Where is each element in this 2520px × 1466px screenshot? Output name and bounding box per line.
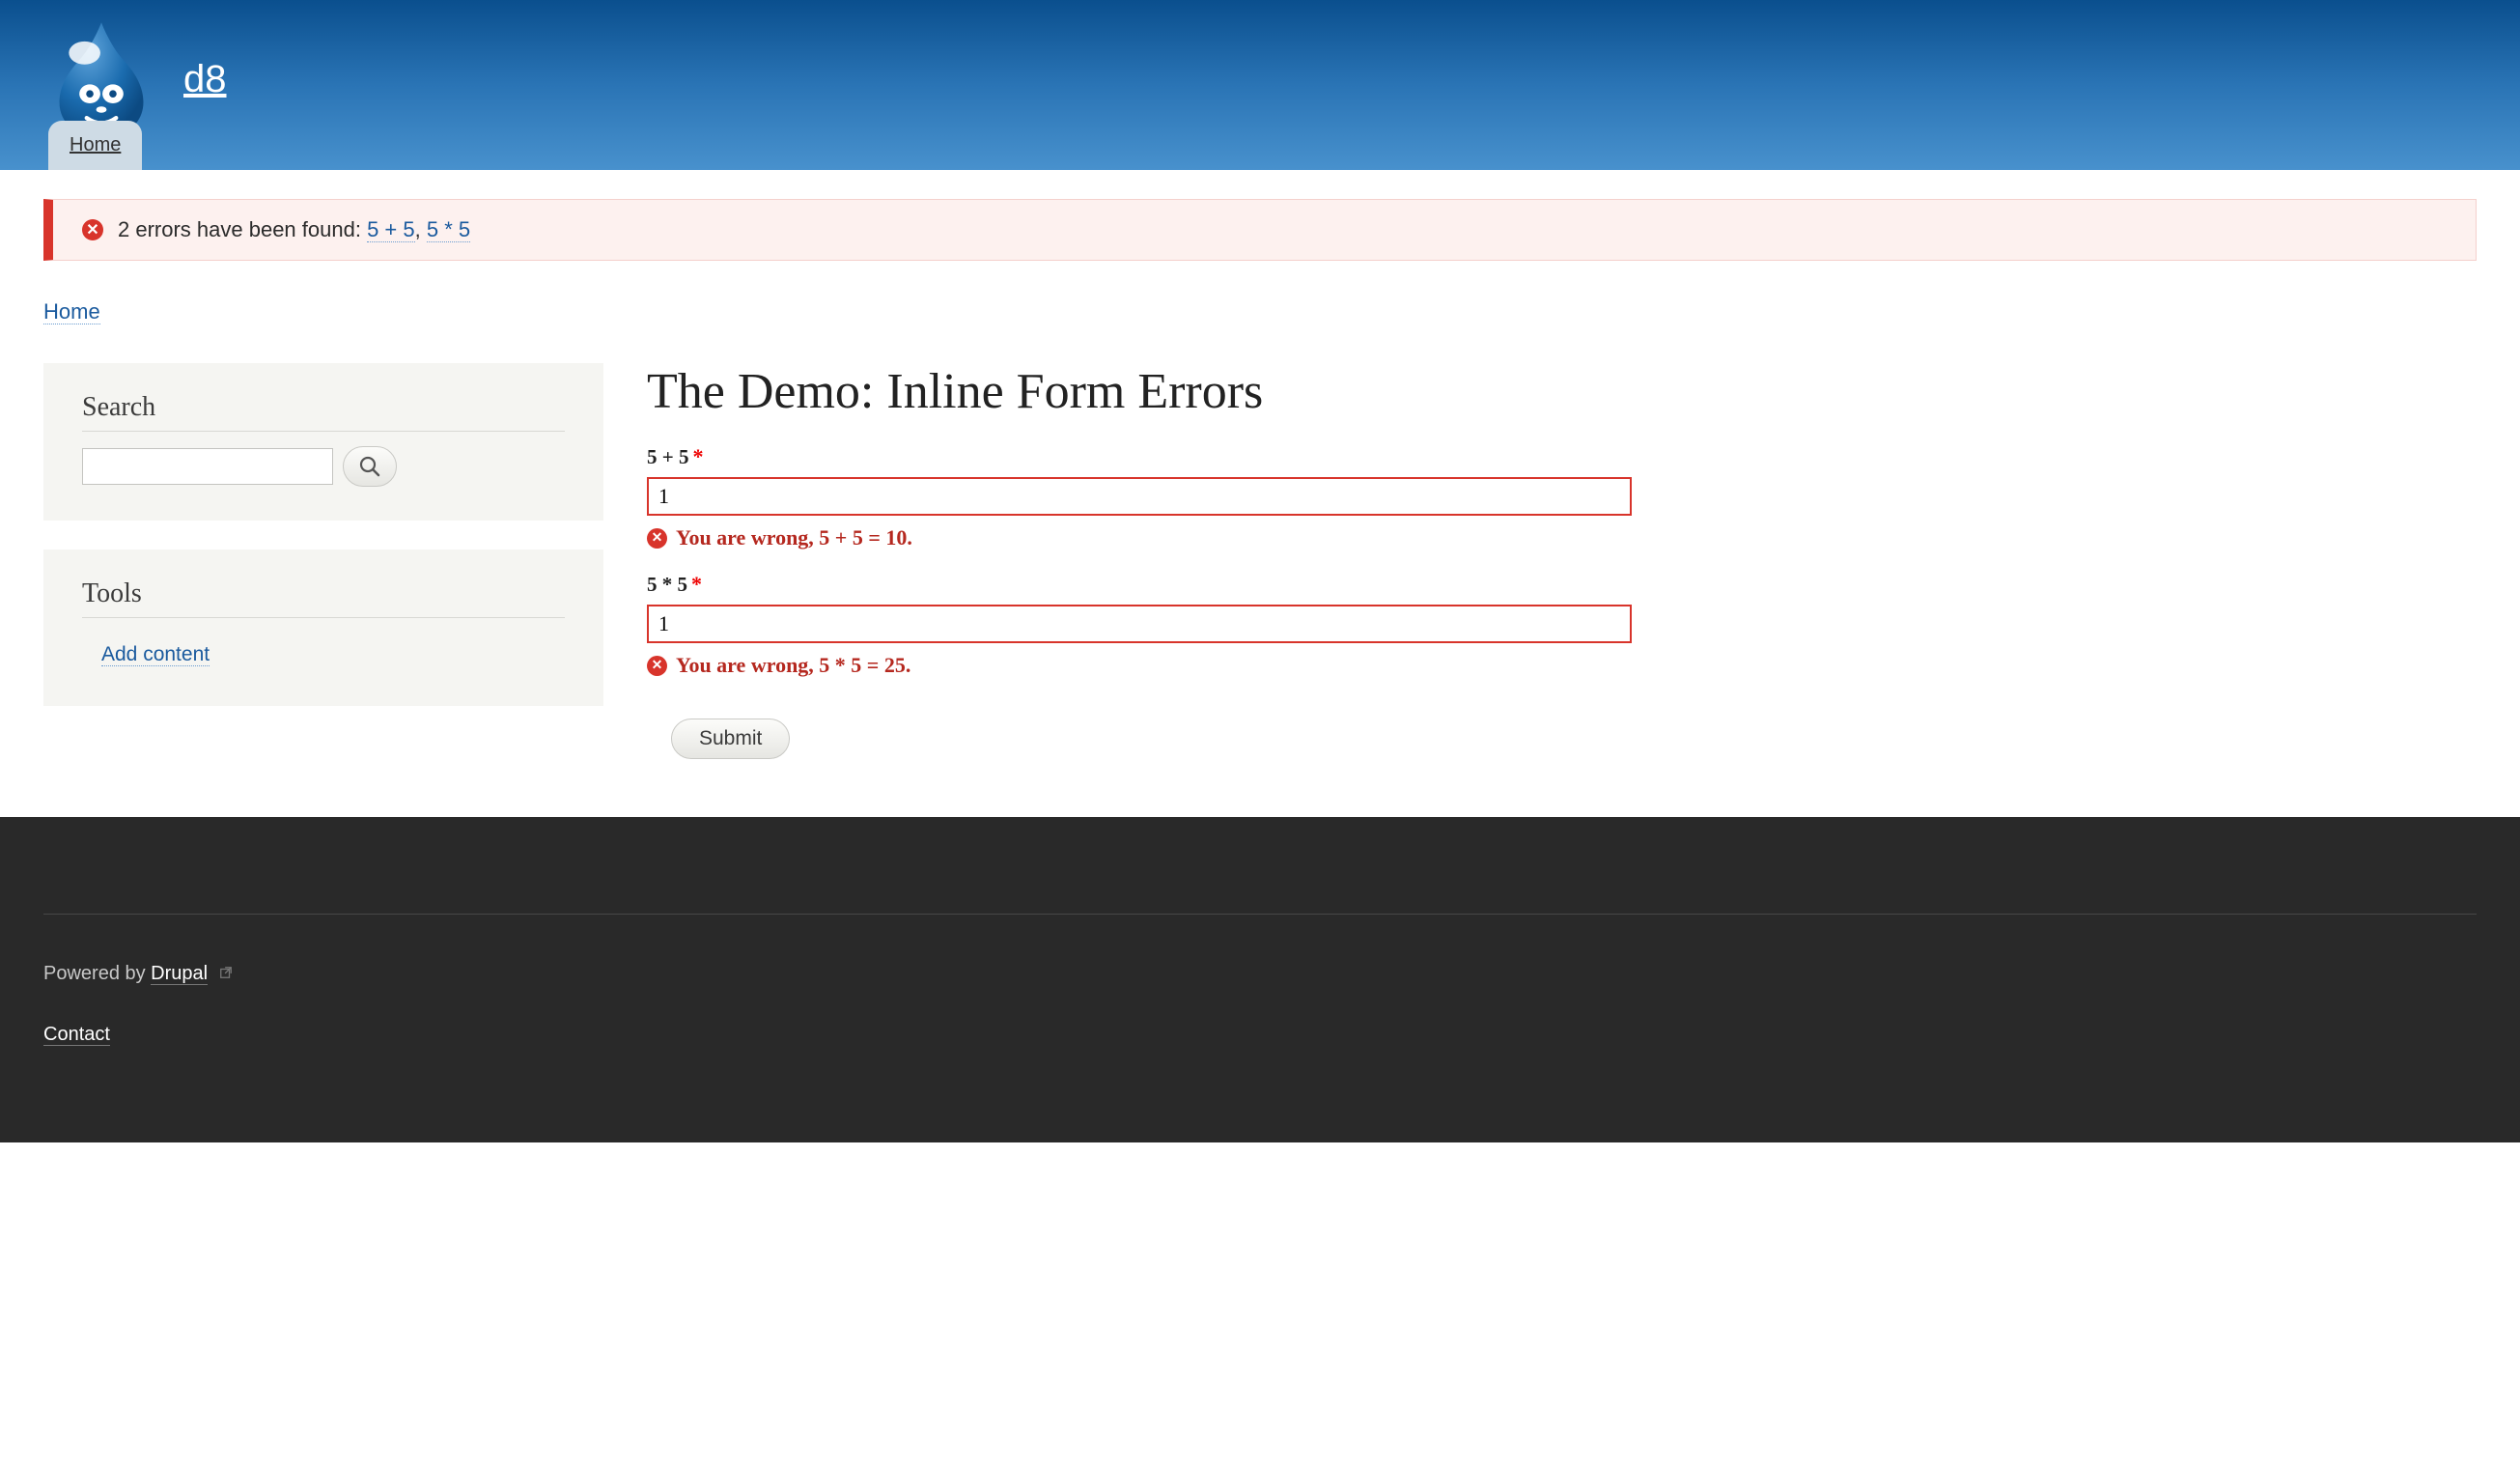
footer-divider	[43, 914, 2477, 915]
field1-input[interactable]	[647, 477, 1632, 516]
field2-error: ✕ You are wrong, 5 * 5 = 25.	[647, 653, 1632, 678]
search-icon	[358, 455, 381, 478]
breadcrumb: Home	[43, 299, 2477, 324]
required-marker: *	[691, 572, 702, 596]
site-header: d8 Home	[0, 0, 2520, 170]
breadcrumb-home[interactable]: Home	[43, 299, 100, 324]
error-icon: ✕	[82, 219, 103, 240]
search-button[interactable]	[343, 446, 397, 487]
messages-region: ✕ 2 errors have been found: 5 + 5, 5 * 5	[0, 170, 2520, 261]
search-input[interactable]	[82, 448, 333, 485]
drupal-link[interactable]: Drupal	[151, 963, 208, 985]
sidebar: Search Tools Add content	[43, 363, 603, 735]
field2-input[interactable]	[647, 605, 1632, 643]
error-icon: ✕	[647, 656, 667, 676]
field2-label: 5 * 5*	[647, 572, 1632, 597]
form-item-multiplication: 5 * 5* ✕ You are wrong, 5 * 5 = 25.	[647, 572, 1632, 678]
external-link-icon	[219, 966, 233, 979]
error-message-banner: ✕ 2 errors have been found: 5 + 5, 5 * 5	[43, 199, 2477, 261]
submit-button[interactable]: Submit	[671, 719, 790, 759]
field1-label: 5 + 5*	[647, 444, 1632, 469]
list-item: Add content	[82, 637, 565, 672]
error-icon: ✕	[647, 528, 667, 549]
search-form	[82, 446, 565, 487]
error-link-1[interactable]: 5 + 5	[367, 217, 415, 242]
error-link-2[interactable]: 5 * 5	[427, 217, 470, 242]
tools-block: Tools Add content	[43, 550, 603, 706]
nav-home[interactable]: Home	[48, 121, 142, 170]
site-footer: Powered by Drupal Contact	[0, 817, 2520, 1142]
add-content-link[interactable]: Add content	[101, 643, 210, 666]
search-block-title: Search	[82, 392, 565, 432]
required-marker: *	[692, 444, 703, 468]
error-banner-text: 2 errors have been found:	[118, 217, 361, 241]
contact-link[interactable]: Contact	[43, 1024, 110, 1046]
powered-by: Powered by Drupal	[43, 963, 2477, 985]
site-name[interactable]: d8	[183, 58, 227, 101]
search-block: Search	[43, 363, 603, 521]
tools-block-title: Tools	[82, 578, 565, 618]
main-content: The Demo: Inline Form Errors 5 + 5* ✕ Yo…	[647, 363, 2477, 759]
field1-error: ✕ You are wrong, 5 + 5 = 10.	[647, 525, 1632, 550]
form-item-addition: 5 + 5* ✕ You are wrong, 5 + 5 = 10.	[647, 444, 1632, 550]
page-title: The Demo: Inline Form Errors	[647, 363, 2477, 420]
primary-nav: Home	[0, 121, 2520, 170]
